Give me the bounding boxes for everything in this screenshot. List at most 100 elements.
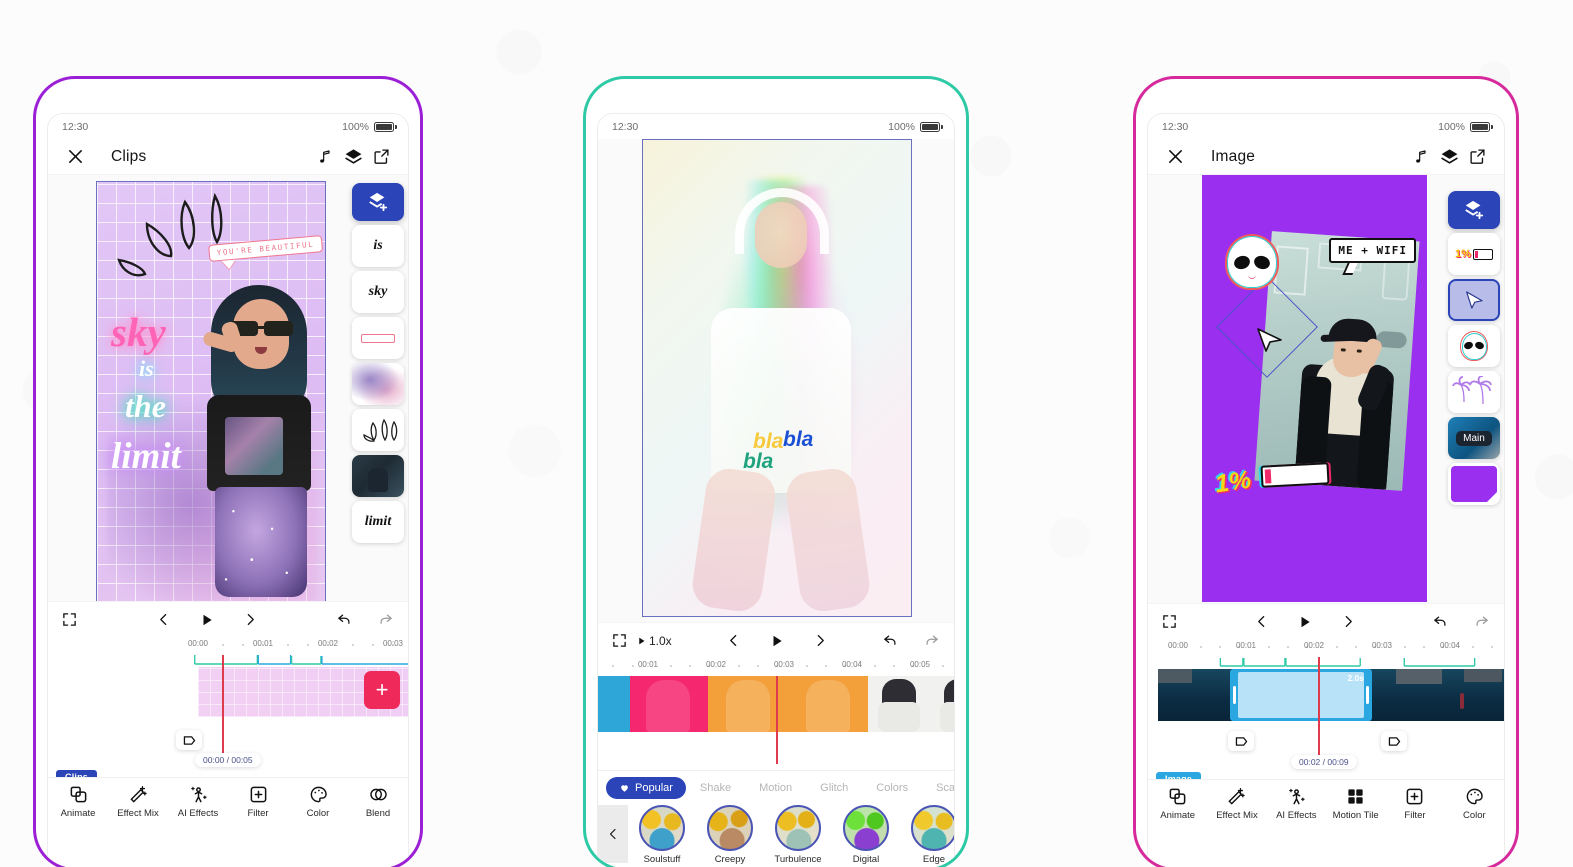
layer-rail[interactable]: 1% Main xyxy=(1448,191,1500,505)
text-sky[interactable]: sky xyxy=(111,308,166,356)
tool-ai-effects[interactable]: AI Effects xyxy=(1267,787,1326,821)
track-badge[interactable]: Clips xyxy=(56,770,98,777)
effect-thumbnail-row[interactable]: Soulstuff Creepy Turbulence Digital Edge xyxy=(598,801,954,867)
layer-chip-background[interactable] xyxy=(1448,463,1500,505)
layer-chip-galaxy-sticker[interactable] xyxy=(352,363,404,405)
playhead[interactable] xyxy=(1318,657,1320,761)
effect-item-turbulence[interactable]: Turbulence xyxy=(764,805,832,865)
tool-animate[interactable]: Animate xyxy=(1148,787,1207,821)
player-controls[interactable] xyxy=(1148,603,1504,639)
filmstrip-frame[interactable] xyxy=(930,676,954,732)
close-icon[interactable] xyxy=(1161,148,1189,165)
redo-icon[interactable] xyxy=(923,633,940,648)
timeline-image[interactable]: 00:00 00:01 00:02 00:03 00:04 0 xyxy=(1148,639,1504,779)
effect-category-motion[interactable]: Motion xyxy=(745,782,806,794)
music-note-icon[interactable] xyxy=(1407,149,1435,165)
sticker-battery-1pct[interactable]: 1% xyxy=(1213,466,1253,499)
effect-item-creepy[interactable]: Creepy xyxy=(696,805,764,865)
fullscreen-icon[interactable] xyxy=(1162,614,1177,629)
playback-speed-button[interactable]: 1.0x xyxy=(637,634,672,648)
fullscreen-icon[interactable] xyxy=(62,612,77,627)
undo-icon[interactable] xyxy=(336,612,353,627)
effect-item-soulstuff[interactable]: Soulstuff xyxy=(628,805,696,865)
layer-chip-limit[interactable]: limit xyxy=(352,501,404,543)
export-icon[interactable] xyxy=(1463,148,1491,165)
fullscreen-icon[interactable] xyxy=(612,633,627,648)
next-frame-button[interactable] xyxy=(244,612,257,627)
effect-item-edge[interactable]: Edge xyxy=(900,805,954,865)
keyframe-tag-button[interactable] xyxy=(176,730,202,750)
effect-item-digital[interactable]: Digital xyxy=(832,805,900,865)
timeline-clips[interactable]: 00:00 00:01 00:02 00:03 + 00:00 / 00:05 … xyxy=(48,637,408,777)
prev-frame-button[interactable] xyxy=(157,612,170,627)
filmstrip-frame[interactable] xyxy=(598,676,630,732)
layer-chip-alien[interactable] xyxy=(1448,325,1500,367)
effect-category-tabs[interactable]: Popular Shake Motion Glitch Colors Scary… xyxy=(598,771,954,801)
layers-icon[interactable] xyxy=(1435,147,1463,166)
layer-chip-is[interactable]: is xyxy=(352,225,404,267)
filmstrip-frame[interactable] xyxy=(788,676,868,732)
layer-chip-cursor[interactable] xyxy=(1448,279,1500,321)
sticker-me-wifi[interactable]: ME + WIFI xyxy=(1329,238,1416,275)
next-frame-button[interactable] xyxy=(1342,614,1355,629)
tool-color[interactable]: Color xyxy=(288,785,348,819)
tool-blend[interactable]: Blend xyxy=(348,785,408,819)
timeline-effects[interactable]: 00:01 00:02 00:03 00:04 00:05 xyxy=(598,658,954,770)
prev-frame-button[interactable] xyxy=(727,633,740,648)
bottom-toolbar[interactable]: Animate Effect Mix AI Effects xyxy=(1148,779,1504,835)
play-button[interactable] xyxy=(770,633,784,649)
tool-effect-mix[interactable]: Effect Mix xyxy=(1207,787,1266,821)
effect-category-glitch[interactable]: Glitch xyxy=(806,782,862,794)
canvas-area-effects[interactable]: bla bla bla xyxy=(598,139,954,622)
tool-filter[interactable]: Filter xyxy=(1385,787,1444,821)
subject-photo[interactable] xyxy=(189,277,325,601)
text-is[interactable]: is xyxy=(139,356,154,382)
next-frame-button[interactable] xyxy=(814,633,827,648)
effect-category-colors[interactable]: Colors xyxy=(862,782,922,794)
chevron-left-icon[interactable] xyxy=(598,805,628,863)
play-button[interactable] xyxy=(1298,614,1312,630)
layer-chip-battery[interactable]: 1% xyxy=(1448,233,1500,275)
track-badge[interactable]: Image xyxy=(1156,772,1202,779)
playhead[interactable] xyxy=(776,676,778,764)
text-limit[interactable]: limit xyxy=(111,435,181,478)
layer-chip-palm[interactable] xyxy=(1448,371,1500,413)
tool-motion-tile[interactable]: Motion Tile xyxy=(1326,787,1385,821)
canvas-area-image[interactable]: ME + WIFI 1% 1% Main xyxy=(1148,175,1504,603)
tool-animate[interactable]: Animate xyxy=(48,785,108,819)
selected-clip[interactable]: 2.0s xyxy=(1230,669,1372,721)
layer-chip-photo[interactable] xyxy=(352,455,404,497)
music-note-icon[interactable] xyxy=(311,149,339,165)
add-clip-button[interactable]: + xyxy=(364,671,400,709)
add-layer-button[interactable] xyxy=(352,183,404,221)
layer-chip-bubble-sticker[interactable] xyxy=(352,317,404,359)
canvas-area-clips[interactable]: YOU'RE BEAUTIFUL sky is the limit is sky… xyxy=(48,175,408,601)
alien-sticker[interactable] xyxy=(1225,234,1279,290)
layers-icon[interactable] xyxy=(339,147,367,166)
player-controls[interactable]: 1.0x xyxy=(598,622,954,658)
cursor-sticker[interactable] xyxy=(1255,326,1285,354)
sticker-battery-bar[interactable] xyxy=(1260,462,1330,488)
tool-ai-effects[interactable]: AI Effects xyxy=(168,785,228,819)
editor-canvas[interactable]: YOU'RE BEAUTIFUL sky is the limit xyxy=(96,181,326,601)
redo-icon[interactable] xyxy=(1473,614,1490,629)
playhead[interactable] xyxy=(222,655,224,759)
tool-effect-mix[interactable]: Effect Mix xyxy=(108,785,168,819)
bottom-toolbar[interactable]: Animate Effect Mix AI Effects xyxy=(48,777,408,833)
editor-canvas[interactable]: bla bla bla xyxy=(642,139,912,617)
effect-category-scary[interactable]: Scary xyxy=(922,782,954,794)
keyframe-tag-button-right[interactable] xyxy=(1381,731,1407,751)
redo-icon[interactable] xyxy=(377,612,394,627)
filmstrip-frame[interactable] xyxy=(630,676,708,732)
close-icon[interactable] xyxy=(61,148,89,165)
effect-category-popular[interactable]: Popular xyxy=(606,777,686,799)
tool-filter[interactable]: Filter xyxy=(228,785,288,819)
export-icon[interactable] xyxy=(367,148,395,165)
undo-icon[interactable] xyxy=(1432,614,1449,629)
undo-icon[interactable] xyxy=(882,633,899,648)
layer-chip-main[interactable]: Main xyxy=(1448,417,1500,459)
play-button[interactable] xyxy=(200,612,214,628)
tool-color[interactable]: Color xyxy=(1445,787,1504,821)
filmstrip-frame[interactable] xyxy=(868,676,930,732)
player-controls[interactable] xyxy=(48,601,408,637)
